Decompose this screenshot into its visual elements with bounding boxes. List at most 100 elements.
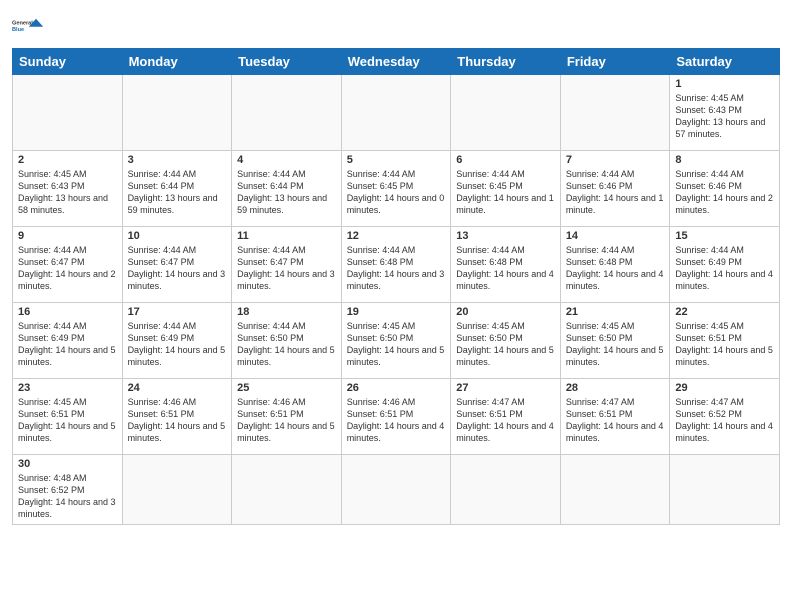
calendar-cell: 16 Sunrise: 4:44 AM Sunset: 6:49 PM Dayli… <box>13 303 123 379</box>
calendar-cell <box>341 75 451 151</box>
cell-info: Sunrise: 4:45 AM Sunset: 6:50 PM Dayligh… <box>566 320 665 369</box>
cell-info: Sunrise: 4:44 AM Sunset: 6:44 PM Dayligh… <box>237 168 336 217</box>
calendar-cell: 15Sunrise: 4:44 AM Sunset: 6:49 PM Dayli… <box>670 227 780 303</box>
calendar-cell <box>560 75 670 151</box>
calendar-table: SundayMondayTuesdayWednesdayThursdayFrid… <box>12 48 780 525</box>
cell-info: Sunrise: 4:45 AM Sunset: 6:43 PM Dayligh… <box>675 92 774 141</box>
day-header-wednesday: Wednesday <box>341 49 451 75</box>
day-header-saturday: Saturday <box>670 49 780 75</box>
calendar-cell <box>341 455 451 525</box>
date-number: 29 <box>675 382 774 394</box>
calendar-cell: 20Sunrise: 4:45 AM Sunset: 6:50 PM Dayli… <box>451 303 561 379</box>
date-number: 22 <box>675 306 774 318</box>
calendar-cell: 5 Sunrise: 4:44 AM Sunset: 6:45 PM Daylig… <box>341 151 451 227</box>
calendar-cell <box>451 75 561 151</box>
cell-info: Sunrise: 4:45 AM Sunset: 6:50 PM Dayligh… <box>347 320 446 369</box>
date-number: 27 <box>456 382 555 394</box>
calendar-cell: 26Sunrise: 4:46 AM Sunset: 6:51 PM Dayli… <box>341 379 451 455</box>
cell-info: Sunrise: 4:46 AM Sunset: 6:51 PM Dayligh… <box>347 396 446 445</box>
cell-info: Sunrise: 4:46 AM Sunset: 6:51 PM Dayligh… <box>128 396 227 445</box>
date-number: 4 <box>237 154 336 166</box>
calendar-cell: 11 Sunrise: 4:44 AM Sunset: 6:47 PM Dayli… <box>232 227 342 303</box>
date-number: 10 <box>128 230 227 242</box>
calendar-cell: 4 Sunrise: 4:44 AM Sunset: 6:44 PM Daylig… <box>232 151 342 227</box>
calendar-cell: 13Sunrise: 4:44 AM Sunset: 6:48 PM Dayli… <box>451 227 561 303</box>
cell-info: Sunrise: 4:44 AM Sunset: 6:47 PM Dayligh… <box>237 244 336 293</box>
date-number: 12 <box>347 230 446 242</box>
calendar-cell: 8 Sunrise: 4:44 AM Sunset: 6:46 PM Daylig… <box>670 151 780 227</box>
calendar-cell: 28 Sunrise: 4:47 AM Sunset: 6:51 PM Dayli… <box>560 379 670 455</box>
calendar-cell: 1 Sunrise: 4:45 AM Sunset: 6:43 PM Daylig… <box>670 75 780 151</box>
cell-info: Sunrise: 4:47 AM Sunset: 6:51 PM Dayligh… <box>566 396 665 445</box>
date-number: 28 <box>566 382 665 394</box>
cell-info: Sunrise: 4:44 AM Sunset: 6:46 PM Dayligh… <box>566 168 665 217</box>
cell-info: Sunrise: 4:44 AM Sunset: 6:49 PM Dayligh… <box>128 320 227 369</box>
calendar-cell <box>232 455 342 525</box>
calendar-cell: 7 Sunrise: 4:44 AM Sunset: 6:46 PM Daylig… <box>560 151 670 227</box>
date-number: 19 <box>347 306 446 318</box>
date-number: 16 <box>18 306 117 318</box>
calendar-cell: 3Sunrise: 4:44 AM Sunset: 6:44 PM Daylig… <box>122 151 232 227</box>
cell-info: Sunrise: 4:44 AM Sunset: 6:47 PM Dayligh… <box>128 244 227 293</box>
calendar-cell <box>560 455 670 525</box>
calendar-cell <box>122 75 232 151</box>
calendar-cell: 27 Sunrise: 4:47 AM Sunset: 6:51 PM Dayli… <box>451 379 561 455</box>
date-number: 25 <box>237 382 336 394</box>
cell-info: Sunrise: 4:47 AM Sunset: 6:51 PM Dayligh… <box>456 396 555 445</box>
calendar-cell: 22 Sunrise: 4:45 AM Sunset: 6:51 PM Dayli… <box>670 303 780 379</box>
cell-info: Sunrise: 4:46 AM Sunset: 6:51 PM Dayligh… <box>237 396 336 445</box>
calendar-cell <box>13 75 123 151</box>
date-number: 23 <box>18 382 117 394</box>
cell-info: Sunrise: 4:45 AM Sunset: 6:51 PM Dayligh… <box>18 396 117 445</box>
date-number: 2 <box>18 154 117 166</box>
calendar-cell: 14 Sunrise: 4:44 AM Sunset: 6:48 PM Dayli… <box>560 227 670 303</box>
calendar-cell: 9Sunrise: 4:44 AM Sunset: 6:47 PM Daylig… <box>13 227 123 303</box>
date-number: 13 <box>456 230 555 242</box>
cell-info: Sunrise: 4:44 AM Sunset: 6:49 PM Dayligh… <box>18 320 117 369</box>
day-header-monday: Monday <box>122 49 232 75</box>
calendar-cell: 17 Sunrise: 4:44 AM Sunset: 6:49 PM Dayli… <box>122 303 232 379</box>
cell-info: Sunrise: 4:44 AM Sunset: 6:50 PM Dayligh… <box>237 320 336 369</box>
cell-info: Sunrise: 4:44 AM Sunset: 6:48 PM Dayligh… <box>347 244 446 293</box>
calendar-cell: 23 Sunrise: 4:45 AM Sunset: 6:51 PM Dayli… <box>13 379 123 455</box>
cell-info: Sunrise: 4:44 AM Sunset: 6:45 PM Dayligh… <box>456 168 555 217</box>
calendar-cell: 18 Sunrise: 4:44 AM Sunset: 6:50 PM Dayli… <box>232 303 342 379</box>
calendar-cell: 2 Sunrise: 4:45 AM Sunset: 6:43 PM Daylig… <box>13 151 123 227</box>
date-number: 17 <box>128 306 227 318</box>
cell-info: Sunrise: 4:44 AM Sunset: 6:49 PM Dayligh… <box>675 244 774 293</box>
calendar-cell: 25 Sunrise: 4:46 AM Sunset: 6:51 PM Dayli… <box>232 379 342 455</box>
day-header-thursday: Thursday <box>451 49 561 75</box>
header-row: SundayMondayTuesdayWednesdayThursdayFrid… <box>13 49 780 75</box>
cell-info: Sunrise: 4:45 AM Sunset: 6:50 PM Dayligh… <box>456 320 555 369</box>
logo-icon: GeneralBlue <box>12 10 44 42</box>
calendar-cell: 29 Sunrise: 4:47 AM Sunset: 6:52 PM Dayli… <box>670 379 780 455</box>
calendar-cell: 24 Sunrise: 4:46 AM Sunset: 6:51 PM Dayli… <box>122 379 232 455</box>
cell-info: Sunrise: 4:44 AM Sunset: 6:47 PM Dayligh… <box>18 244 117 293</box>
date-number: 11 <box>237 230 336 242</box>
calendar-cell: 6Sunrise: 4:44 AM Sunset: 6:45 PM Daylig… <box>451 151 561 227</box>
date-number: 30 <box>18 458 117 470</box>
cell-info: Sunrise: 4:44 AM Sunset: 6:48 PM Dayligh… <box>566 244 665 293</box>
date-number: 18 <box>237 306 336 318</box>
logo: GeneralBlue <box>12 10 44 42</box>
calendar-cell <box>451 455 561 525</box>
cell-info: Sunrise: 4:44 AM Sunset: 6:46 PM Dayligh… <box>675 168 774 217</box>
calendar-cell: 30Sunrise: 4:48 AM Sunset: 6:52 PM Dayli… <box>13 455 123 525</box>
day-header-tuesday: Tuesday <box>232 49 342 75</box>
date-number: 14 <box>566 230 665 242</box>
date-number: 1 <box>675 78 774 90</box>
calendar-cell: 21Sunrise: 4:45 AM Sunset: 6:50 PM Dayli… <box>560 303 670 379</box>
cell-info: Sunrise: 4:44 AM Sunset: 6:45 PM Dayligh… <box>347 168 446 217</box>
date-number: 3 <box>128 154 227 166</box>
date-number: 8 <box>675 154 774 166</box>
page: GeneralBlue SundayMondayTuesdayWednesday… <box>0 0 792 612</box>
cell-info: Sunrise: 4:45 AM Sunset: 6:51 PM Dayligh… <box>675 320 774 369</box>
day-header-friday: Friday <box>560 49 670 75</box>
date-number: 24 <box>128 382 227 394</box>
date-number: 7 <box>566 154 665 166</box>
cell-info: Sunrise: 4:47 AM Sunset: 6:52 PM Dayligh… <box>675 396 774 445</box>
calendar-cell <box>670 455 780 525</box>
day-header-sunday: Sunday <box>13 49 123 75</box>
date-number: 5 <box>347 154 446 166</box>
cell-info: Sunrise: 4:45 AM Sunset: 6:43 PM Dayligh… <box>18 168 117 217</box>
